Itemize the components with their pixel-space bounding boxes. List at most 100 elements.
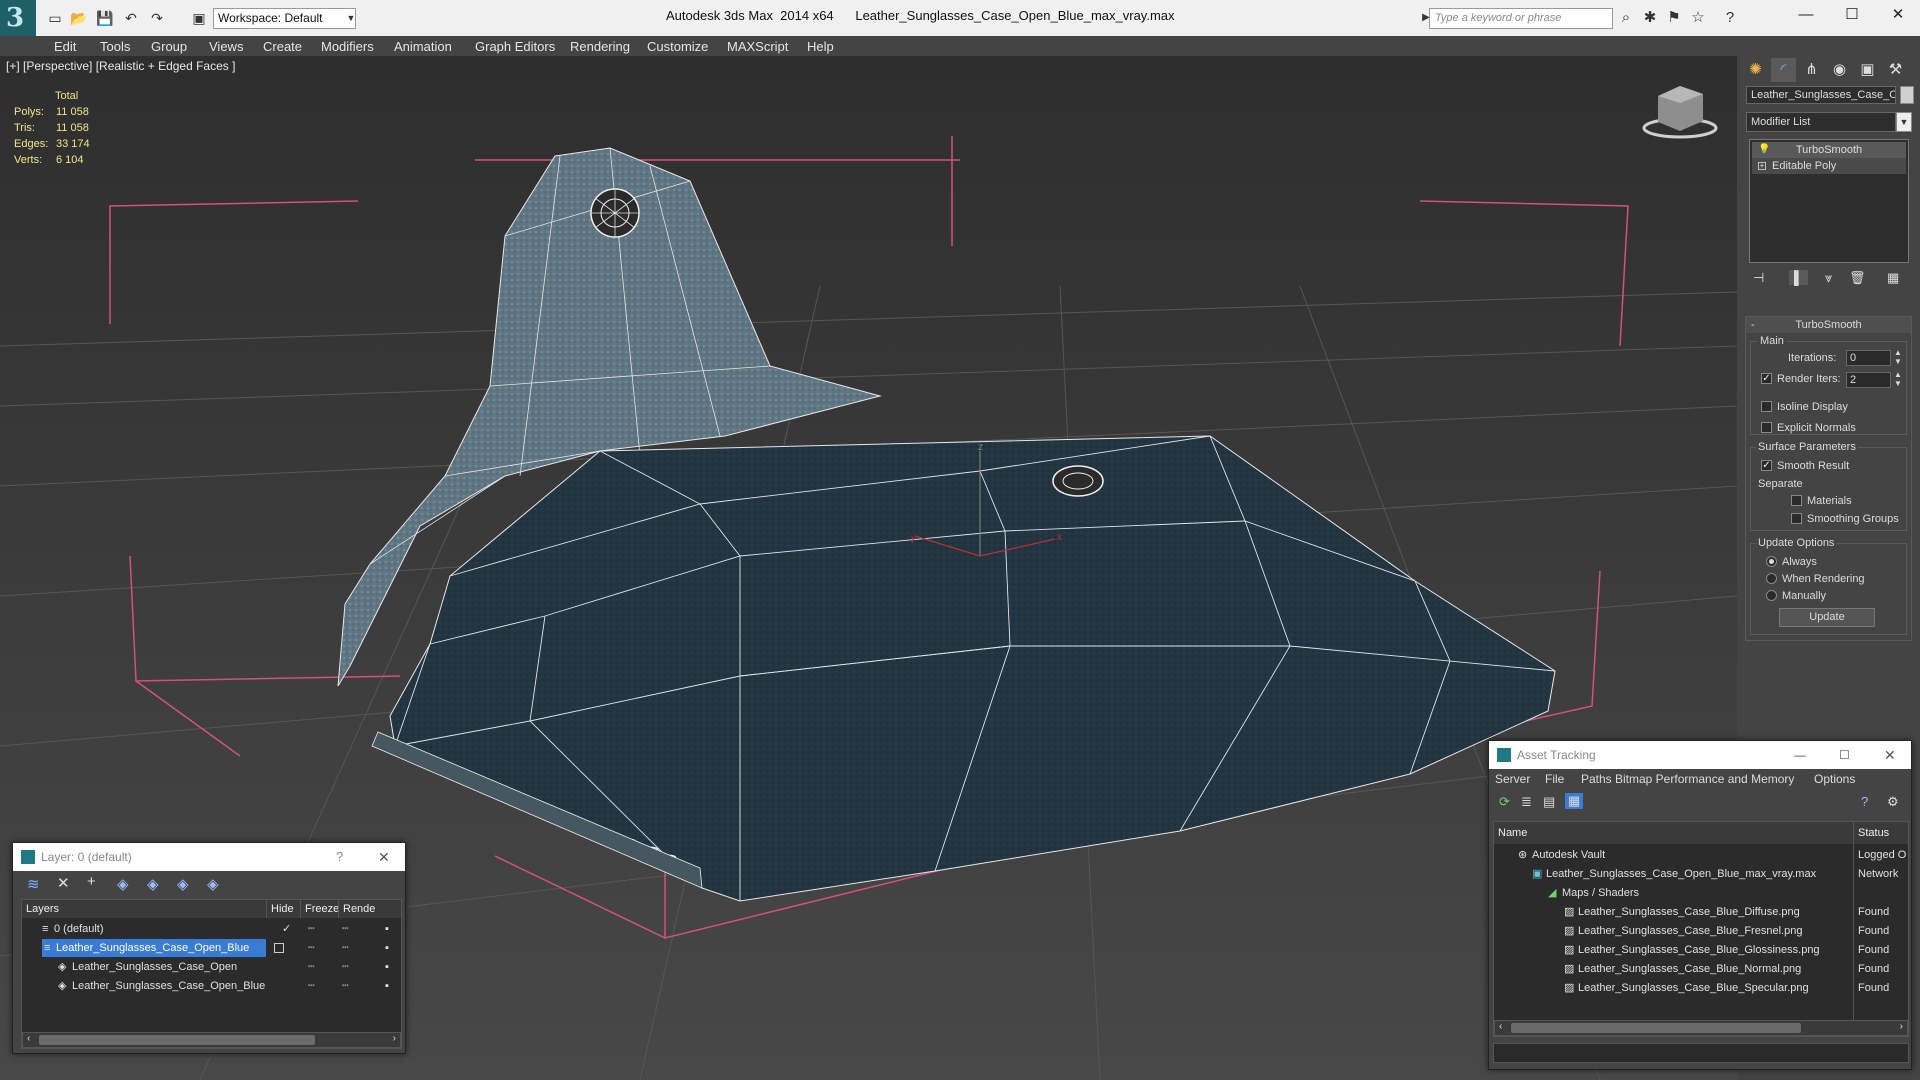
col-layers[interactable]: Layers [22,900,267,918]
layer-row[interactable]: ◈ Leather_Sunglasses_Case_Open_Blue ┅ ┅ … [22,977,401,996]
when-rendering-radio[interactable] [1766,573,1777,584]
asset-row[interactable]: ▨ Leather_Sunglasses_Case_Blue_Specular.p… [1494,979,1908,998]
open-file-icon[interactable]: 📂 [70,9,88,27]
select-layer-icon[interactable]: ◈ [117,875,129,893]
scrollbar-thumb[interactable] [39,1035,315,1045]
asset-row[interactable]: ▣ Leather_Sunglasses_Case_Open_Blue_max_v… [1494,865,1908,884]
update-button[interactable]: Update [1779,608,1875,627]
menu-server[interactable]: Server [1495,772,1530,786]
modifier-stack[interactable]: 💡 TurboSmooth + Editable Poly [1749,139,1909,263]
iterations-spinner[interactable]: 0 [1846,350,1891,366]
menu-create[interactable]: Create [263,39,302,54]
col-status[interactable]: Status [1854,822,1908,844]
render-iters-checkbox[interactable]: ✓ [1761,373,1772,384]
close-icon[interactable]: ✕ [378,843,390,871]
undo-icon[interactable]: ↶ [122,9,140,27]
configure-sets-icon[interactable]: ▦ [1887,270,1899,286]
spinner-arrows-icon[interactable]: ▲ ▼ [1894,348,1902,366]
hide-all-icon[interactable]: ◈ [177,875,189,893]
modify-tab-icon[interactable]: ◜ [1771,58,1796,82]
asset-row[interactable]: ▨ Leather_Sunglasses_Case_Blue_Normal.png… [1494,960,1908,979]
maximize-icon[interactable]: ☐ [1829,0,1875,32]
col-render[interactable]: Rende [339,900,401,918]
manually-radio[interactable] [1766,590,1777,601]
menu-edit[interactable]: Edit [54,39,76,54]
remove-modifier-icon[interactable]: 🗑 [1849,270,1866,286]
table-view-icon[interactable]: ▤ [1543,794,1555,810]
add-icon[interactable]: + [87,873,96,890]
render-toggle-icon[interactable]: ▪ [385,920,389,939]
hierarchy-tab-icon[interactable]: ⋔ [1799,58,1824,82]
materials-checkbox[interactable] [1791,495,1802,506]
help-icon[interactable]: ? [1861,794,1868,809]
asset-row[interactable]: ⊛ Autodesk Vault Logged O [1494,846,1908,865]
subscription-icon[interactable]: ✱ [1640,6,1660,30]
layer-checkbox[interactable] [274,943,284,953]
minimize-icon[interactable]: — [1794,741,1806,769]
show-end-result-icon[interactable]: ▌ [1789,270,1809,285]
render-toggle-icon[interactable]: ▪ [385,977,389,996]
hide-toggle[interactable]: ┅ [308,920,315,939]
maximize-icon[interactable]: ☐ [1839,741,1850,769]
explicit-normals-checkbox[interactable] [1761,422,1772,433]
object-name-field[interactable]: Leather_Sunglasses_Case_O [1746,86,1896,104]
scroll-left-icon[interactable]: ‹ [27,1033,30,1044]
stack-item-turbosmooth[interactable]: 💡 TurboSmooth [1752,142,1906,158]
app-logo[interactable]: 3 [0,0,36,36]
help-icon[interactable]: ? [336,843,343,871]
stack-item-editable-poly[interactable]: + Editable Poly [1752,158,1906,174]
scrollbar-thumb[interactable] [1511,1023,1801,1033]
save-icon[interactable]: 💾 [96,9,114,27]
hide-toggle[interactable]: ┅ [308,939,315,958]
col-freeze[interactable]: Freeze [301,900,339,918]
minimize-icon[interactable]: — [1783,0,1829,32]
menu-maxscript[interactable]: MAXScript [727,39,788,54]
scroll-right-icon[interactable]: › [1900,1021,1903,1032]
always-radio[interactable] [1766,556,1777,567]
menu-group[interactable]: Group [151,39,187,54]
asset-row[interactable]: ▨ Leather_Sunglasses_Case_Blue_Fresnel.pn… [1494,922,1908,941]
horizontal-scrollbar[interactable]: ‹ › [22,1032,401,1048]
layers-icon[interactable]: ≋ [27,875,40,893]
menu-graph-editors[interactable]: Graph Editors [475,39,555,54]
scroll-right-icon[interactable]: › [393,1033,396,1044]
asset-row[interactable]: ▨ Leather_Sunglasses_Case_Blue_Diffuse.pn… [1494,903,1908,922]
menu-paths[interactable]: Paths [1581,772,1612,786]
layer-row[interactable]: ◈ Leather_Sunglasses_Case_Open ┅ ┅ ▪ [22,958,401,977]
menu-animation[interactable]: Animation [394,39,452,54]
menu-help[interactable]: Help [807,39,834,54]
workspace-dropdown[interactable]: Workspace: Default [213,8,356,29]
redo-icon[interactable]: ↷ [148,9,166,27]
col-hide[interactable]: Hide [267,900,301,918]
render-toggle-icon[interactable]: ▪ [385,958,389,977]
modifier-list-dropdown[interactable]: Modifier List [1746,112,1896,132]
menu-rendering[interactable]: Rendering [570,39,630,54]
horizontal-scrollbar[interactable]: ‹ › [1494,1020,1908,1036]
search-input[interactable]: Type a keyword or phrase [1429,8,1613,29]
pin-stack-icon[interactable]: ⊣ [1753,270,1764,286]
layer-row[interactable]: ≡ 0 (default) ✓ ┅ ┅ ▪ [22,920,401,939]
render-iters-spinner[interactable]: 2 [1846,372,1891,388]
menu-customize[interactable]: Customize [647,39,708,54]
scroll-left-icon[interactable]: ‹ [1499,1021,1502,1032]
layer-row[interactable]: ≡ Leather_Sunglasses_Case_Open_Blue ┅ ┅ … [22,939,401,958]
settings-icon[interactable]: ⚙ [1887,794,1899,810]
expand-icon[interactable]: + [1758,162,1766,170]
create-tab-icon[interactable]: ✺ [1743,58,1768,82]
smooth-result-checkbox[interactable]: ✓ [1761,460,1772,471]
freeze-toggle[interactable]: ┅ [342,958,349,977]
new-file-icon[interactable]: ▭ [46,9,64,27]
menu-tools[interactable]: Tools [100,39,130,54]
list-view-icon[interactable]: ≣ [1521,794,1532,810]
project-folder-icon[interactable]: ▣ [190,9,208,27]
render-toggle-icon[interactable]: ▪ [385,939,389,958]
motion-tab-icon[interactable]: ◉ [1827,58,1852,82]
freeze-toggle[interactable]: ┅ [342,920,349,939]
display-tab-icon[interactable]: ▣ [1855,58,1880,82]
make-unique-icon[interactable]: ⩔ [1825,270,1832,286]
menu-views[interactable]: Views [209,39,243,54]
viewport-label[interactable]: [+] [Perspective] [Realistic + Edged Fac… [6,59,235,73]
favorites-star-icon[interactable]: ☆ [1688,6,1708,30]
smoothing-groups-checkbox[interactable] [1791,513,1802,524]
chevron-down-icon[interactable]: ▼ [342,9,360,27]
